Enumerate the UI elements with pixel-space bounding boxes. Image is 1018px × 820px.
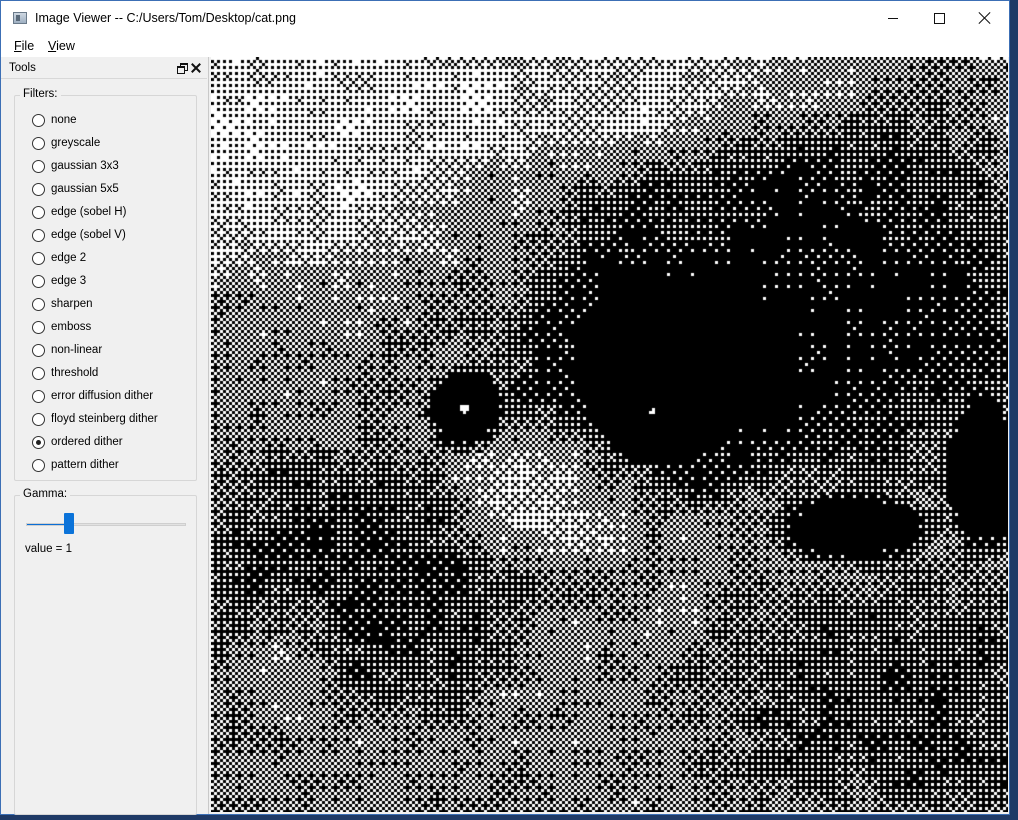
filter-radio-floyd-steinberg-dither[interactable]: floyd steinberg dither [32, 410, 158, 428]
filter-radio-edge-sobel-h[interactable]: edge (sobel H) [32, 203, 126, 221]
radio-unchecked-icon[interactable] [32, 274, 45, 288]
gamma-group: Gamma: value = 1 [14, 488, 197, 815]
filter-radio-greyscale[interactable]: greyscale [32, 134, 100, 152]
filter-radio-sharpen[interactable]: sharpen [32, 295, 93, 313]
filter-radio-label: edge (sobel H) [51, 206, 127, 218]
filter-radio-edge-2[interactable]: edge 2 [32, 249, 86, 267]
filters-group: Filters: none greyscale gaussian 3x3 gaussi… [14, 88, 197, 481]
close-icon [979, 12, 991, 24]
dock-close-icon[interactable] [191, 63, 201, 73]
radio-unchecked-icon[interactable] [32, 228, 45, 242]
radio-unchecked-icon[interactable] [32, 297, 45, 311]
image-viewport[interactable] [211, 57, 1008, 812]
app-icon [13, 12, 27, 24]
filter-radio-label: sharpen [51, 298, 93, 310]
filter-radio-label: pattern dither [51, 459, 119, 471]
minimize-button[interactable] [870, 1, 916, 35]
radio-unchecked-icon[interactable] [32, 366, 45, 380]
filter-radio-label: edge 3 [51, 275, 87, 287]
filter-radio-error-diffusion-dither[interactable]: error diffusion dither [32, 387, 153, 405]
filter-radio-label: none [51, 114, 77, 126]
radio-unchecked-icon[interactable] [32, 343, 45, 357]
filter-radio-edge-3[interactable]: edge 3 [32, 272, 86, 290]
radio-unchecked-icon[interactable] [32, 251, 45, 265]
radio-unchecked-icon[interactable] [32, 412, 45, 426]
dock-title: Tools [9, 62, 36, 74]
filter-radio-label: emboss [51, 321, 92, 333]
filter-radio-emboss[interactable]: emboss [32, 318, 91, 336]
gamma-slider-handle[interactable] [64, 513, 75, 534]
filter-radio-label: non-linear [51, 344, 103, 356]
filter-radio-label: gaussian 3x3 [51, 160, 119, 172]
filter-radio-label: floyd steinberg dither [51, 413, 158, 425]
minimize-icon [888, 17, 898, 19]
radio-unchecked-icon[interactable] [32, 205, 45, 219]
filter-radio-pattern-dither[interactable]: pattern dither [32, 456, 119, 474]
filter-radio-gaussian-5x5[interactable]: gaussian 5x5 [32, 180, 119, 198]
radio-unchecked-icon[interactable] [32, 113, 45, 127]
tools-dock: Tools Filters: none greyscale gaussian 3x3… [1, 57, 209, 815]
filter-radio-label: greyscale [51, 137, 101, 149]
filter-radio-label: gaussian 5x5 [51, 183, 119, 195]
filter-radio-label: edge (sobel V) [51, 229, 126, 241]
radio-unchecked-icon[interactable] [32, 389, 45, 403]
filter-radio-threshold[interactable]: threshold [32, 364, 98, 382]
filter-radio-gaussian-3x3[interactable]: gaussian 3x3 [32, 157, 119, 175]
filter-radio-label: ordered dither [51, 436, 123, 448]
filter-radio-label: edge 2 [51, 252, 87, 264]
gamma-value-label: value = 1 [25, 543, 72, 555]
close-button[interactable] [962, 1, 1008, 35]
maximize-button[interactable] [916, 1, 962, 35]
radio-checked-icon[interactable] [32, 435, 45, 449]
dock-header[interactable]: Tools [1, 58, 207, 79]
radio-unchecked-icon[interactable] [32, 159, 45, 173]
dock-float-icon[interactable] [177, 63, 188, 74]
filter-radio-label: error diffusion dither [51, 390, 154, 402]
filters-group-title: Filters: [20, 88, 61, 100]
radio-unchecked-icon[interactable] [32, 458, 45, 472]
filter-radio-edge-sobel-v[interactable]: edge (sobel V) [32, 226, 126, 244]
window-title: Image Viewer -- C:/Users/Tom/Desktop/cat… [35, 11, 296, 25]
filter-radio-non-linear[interactable]: non-linear [32, 341, 102, 359]
filter-radio-none[interactable]: none [32, 111, 77, 129]
filter-radio-ordered-dither[interactable]: ordered dither [32, 433, 123, 451]
gamma-slider-track[interactable] [26, 523, 186, 526]
menu-bar: File View [1, 35, 1009, 57]
menu-view[interactable]: View [46, 39, 77, 53]
radio-unchecked-icon[interactable] [32, 320, 45, 334]
maximize-icon [933, 12, 945, 24]
main-window: Image Viewer -- C:/Users/Tom/Desktop/cat… [0, 0, 1010, 815]
title-bar[interactable]: Image Viewer -- C:/Users/Tom/Desktop/cat… [1, 1, 1009, 35]
radio-unchecked-icon[interactable] [32, 182, 45, 196]
menu-file[interactable]: File [12, 39, 36, 53]
radio-unchecked-icon[interactable] [32, 136, 45, 150]
gamma-group-title: Gamma: [20, 488, 71, 500]
dithered-cat-image [211, 57, 1008, 812]
filter-radio-label: threshold [51, 367, 99, 379]
